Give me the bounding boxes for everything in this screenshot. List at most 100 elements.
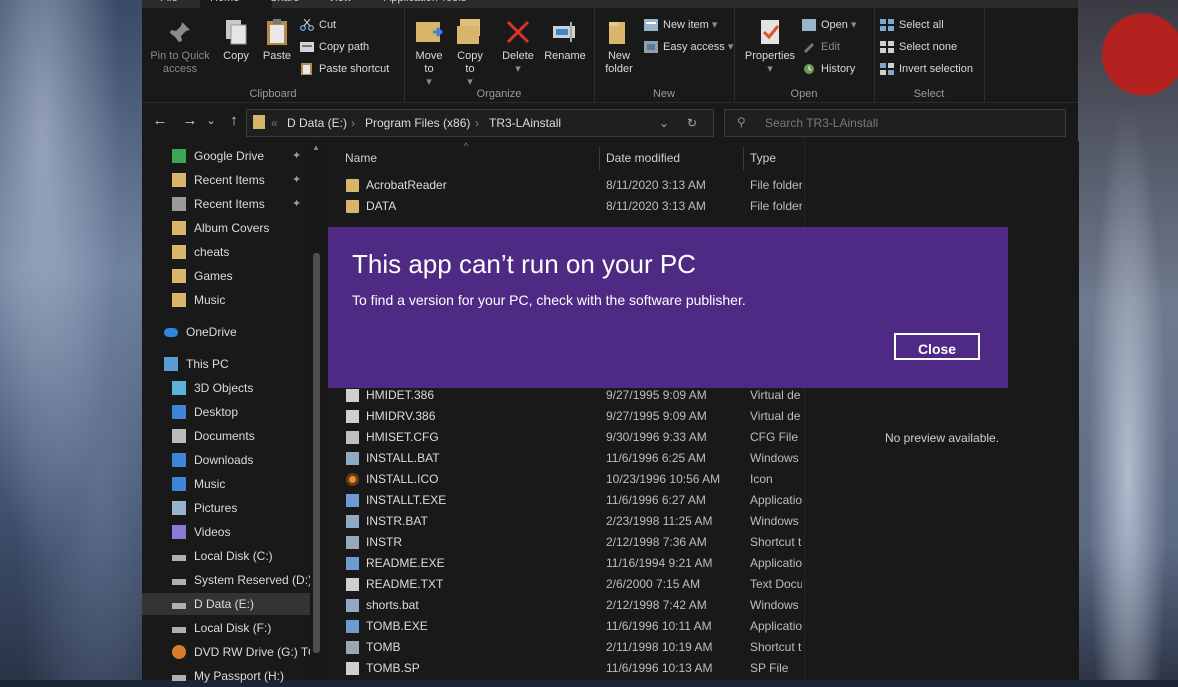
table-row[interactable]: INSTALLT.EXE 11/6/1996 6:27 AM Applicatio: [326, 490, 804, 511]
column-header-name[interactable]: Name: [345, 151, 377, 165]
table-row[interactable]: AcrobatReader 8/11/2020 3:13 AM File folde…: [326, 175, 804, 196]
nav-item-music[interactable]: Music: [142, 289, 310, 311]
breadcrumb-current-folder[interactable]: TR3-LAinstall: [489, 116, 561, 130]
overflow-chevron-icon[interactable]: «: [271, 116, 278, 130]
nav-item-pictures[interactable]: Pictures: [142, 497, 310, 519]
nav-item-cheats[interactable]: cheats: [142, 241, 310, 263]
nav-item-downloads[interactable]: Downloads: [142, 449, 310, 471]
tab-file[interactable]: File: [160, 0, 178, 8]
nav-item-google-drive[interactable]: Google Drive ✦: [142, 145, 310, 167]
refresh-icon[interactable]: ↻: [687, 116, 697, 130]
new-folder-button[interactable]: New folder: [600, 16, 638, 76]
nav-item-3d-objects[interactable]: 3D Objects: [142, 377, 310, 399]
scissors-icon: [300, 18, 314, 32]
nav-item-local-disk-f[interactable]: Local Disk (F:): [142, 617, 310, 639]
file-type: Applicatio: [750, 556, 802, 570]
drive-icon: [172, 603, 186, 609]
nav-item-album-covers[interactable]: Album Covers: [142, 217, 310, 239]
table-row[interactable]: TOMB.SP 11/6/1996 10:13 AM SP File: [326, 658, 804, 679]
table-row[interactable]: HMIDRV.386 9/27/1995 9:09 AM Virtual de: [326, 406, 804, 427]
nav-item-this-pc[interactable]: This PC: [142, 353, 310, 375]
edit-button[interactable]: Edit: [802, 38, 840, 56]
breadcrumb-drive[interactable]: D Data (E:): [287, 116, 347, 130]
cut-button[interactable]: Cut: [300, 16, 336, 34]
table-row[interactable]: README.EXE 11/16/1994 9:21 AM Applicatio: [326, 553, 804, 574]
easy-access-button[interactable]: Easy access ▾: [644, 38, 733, 56]
nav-item-local-disk-c[interactable]: Local Disk (C:): [142, 545, 310, 567]
nav-item-dvd-rw-drive-g-to[interactable]: DVD RW Drive (G:) TO: [142, 641, 310, 663]
up-arrow-icon[interactable]: ↑: [224, 111, 244, 131]
paste-button[interactable]: Paste: [258, 16, 296, 63]
nav-item-label: System Reserved (D:): [194, 573, 310, 587]
search-icon: ⚲: [737, 115, 746, 129]
table-row[interactable]: TOMB 2/11/1998 10:19 AM Shortcut t: [326, 637, 804, 658]
column-header-date-modified[interactable]: Date modified: [606, 151, 680, 165]
nav-item-system-reserved-d[interactable]: System Reserved (D:): [142, 569, 310, 591]
table-row[interactable]: shorts.bat 2/12/1998 7:42 AM Windows: [326, 595, 804, 616]
nav-item-my-passport-h[interactable]: My Passport (H:): [142, 665, 310, 687]
column-divider[interactable]: [743, 147, 744, 171]
close-button[interactable]: Close: [894, 333, 980, 360]
properties-button[interactable]: Properties ▾: [742, 16, 798, 76]
select-none-button[interactable]: Select none: [880, 38, 957, 56]
column-divider[interactable]: [599, 147, 600, 171]
table-row[interactable]: INSTR 2/12/1998 7:36 AM Shortcut t: [326, 532, 804, 553]
tab-share[interactable]: Share: [270, 0, 299, 8]
breadcrumb-program-files[interactable]: Program Files (x86): [365, 116, 470, 130]
copy-button[interactable]: Copy: [216, 16, 256, 63]
drive-icon: [172, 555, 186, 561]
pin-icon[interactable]: ✦: [292, 193, 301, 215]
paste-shortcut-button[interactable]: Paste shortcut: [300, 60, 389, 78]
file-date-modified: 2/11/1998 10:19 AM: [606, 640, 713, 654]
file-name: HMIDRV.386: [366, 409, 436, 423]
copy-to-button[interactable]: Copy to ▾: [452, 16, 488, 89]
nav-item-documents[interactable]: Documents: [142, 425, 310, 447]
invert-selection-button[interactable]: Invert selection: [880, 60, 973, 78]
table-row[interactable]: INSTALL.ICO 10/23/1996 10:56 AM Icon: [326, 469, 804, 490]
nav-item-label: DVD RW Drive (G:) TO: [194, 645, 310, 659]
table-row[interactable]: HMISET.CFG 9/30/1996 9:33 AM CFG File: [326, 427, 804, 448]
scroll-up-icon[interactable]: ▲: [312, 143, 320, 152]
search-box[interactable]: ⚲ Search TR3-LAinstall: [724, 109, 1066, 137]
rename-button[interactable]: Rename: [542, 16, 588, 63]
table-row[interactable]: INSTR.BAT 2/23/1998 11:25 AM Windows: [326, 511, 804, 532]
table-row[interactable]: INSTALL.BAT 11/6/1996 6:25 AM Windows: [326, 448, 804, 469]
address-bar[interactable]: « D Data (E:) › Program Files (x86) › TR…: [246, 109, 714, 137]
delete-button[interactable]: Delete ▾: [500, 16, 536, 76]
table-row[interactable]: HMIDET.386 9/27/1995 9:09 AM Virtual de: [326, 385, 804, 406]
nav-item-desktop[interactable]: Desktop: [142, 401, 310, 423]
nav-item-videos[interactable]: Videos: [142, 521, 310, 543]
nav-item-recent-items[interactable]: Recent Items ✦: [142, 169, 310, 191]
copy-path-label: Copy path: [319, 41, 370, 53]
back-arrow-icon[interactable]: ←: [150, 111, 170, 131]
desktop-wallpaper-left: [0, 0, 142, 680]
table-row[interactable]: TOMB.EXE 11/6/1996 10:11 AM Applicatio: [326, 616, 804, 637]
tab-view[interactable]: View: [328, 0, 352, 8]
tab-application-tools[interactable]: Application Tools: [384, 0, 466, 8]
address-dropdown-chevron-icon[interactable]: ⌄: [659, 116, 669, 130]
column-header-type[interactable]: Type: [750, 151, 776, 165]
nav-item-onedrive[interactable]: OneDrive: [142, 321, 310, 343]
pin-quick-access-button[interactable]: Pin to Quick access: [148, 16, 212, 76]
new-item-button[interactable]: New item ▾: [644, 16, 717, 34]
file-date-modified: 11/6/1996 6:25 AM: [606, 451, 706, 465]
copy-path-button[interactable]: Copy path: [300, 38, 369, 56]
table-row[interactable]: DATA 8/11/2020 3:13 AM File folder: [326, 196, 804, 217]
file-name: INSTALLT.EXE: [366, 493, 447, 507]
history-button[interactable]: History: [802, 60, 855, 78]
table-row[interactable]: README.TXT 2/6/2000 7:15 AM Text Docu: [326, 574, 804, 595]
move-to-button[interactable]: Move to ▾: [410, 16, 448, 89]
nav-item-music[interactable]: Music: [142, 473, 310, 495]
select-group-label: Select: [913, 88, 945, 100]
pin-icon[interactable]: ✦: [292, 169, 301, 191]
forward-arrow-icon[interactable]: →: [180, 111, 200, 131]
nav-scrollbar-thumb[interactable]: [313, 253, 320, 653]
recent-locations-chevron-icon[interactable]: ⌄: [204, 111, 218, 131]
nav-item-d-data-e[interactable]: D Data (E:): [142, 593, 310, 615]
select-all-button[interactable]: Select all: [880, 16, 944, 34]
nav-item-games[interactable]: Games: [142, 265, 310, 287]
tab-home[interactable]: Home: [200, 0, 272, 8]
pin-icon[interactable]: ✦: [292, 145, 301, 167]
open-button[interactable]: Open ▾: [802, 16, 857, 34]
nav-item-recent-items[interactable]: Recent Items ✦: [142, 193, 310, 215]
